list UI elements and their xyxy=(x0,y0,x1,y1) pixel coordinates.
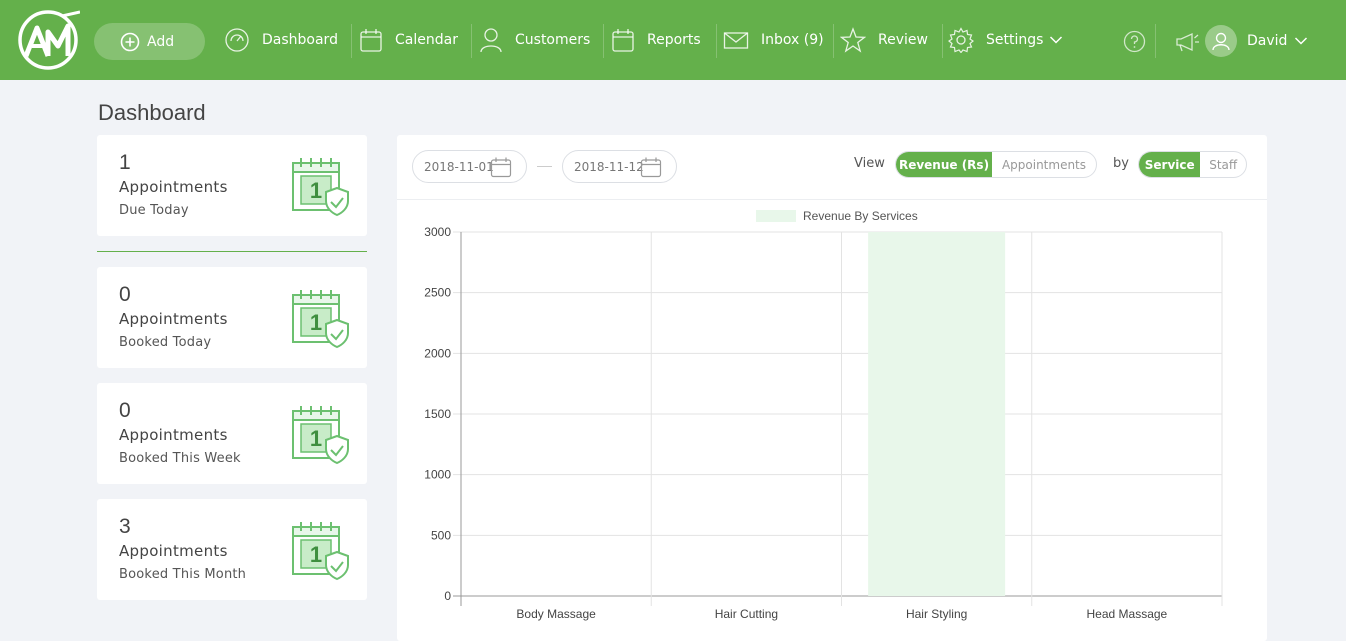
chevron-down-icon xyxy=(1295,37,1308,45)
user-icon xyxy=(480,28,502,53)
y-tick-label: 1500 xyxy=(424,407,451,421)
nav-customers[interactable]: Customers xyxy=(479,26,590,54)
calendar-check-icon: 1 xyxy=(292,522,349,581)
calendar-check-icon: 1 xyxy=(292,158,349,217)
y-tick-label: 2500 xyxy=(424,286,451,300)
help-icon[interactable] xyxy=(1123,30,1146,53)
nav-divider xyxy=(942,24,943,58)
date-to-value: 2018-11-12 xyxy=(574,159,644,174)
stat-label: Appointments xyxy=(119,542,228,560)
y-tick-label: 2000 xyxy=(424,346,451,360)
calendar-icon-day: 1 xyxy=(310,178,322,203)
revenue-by-services-chart: Revenue By Services 0 500 1000 1500 2000 2500 3… xyxy=(424,209,1223,621)
stat-value: 0 xyxy=(119,399,131,422)
by-label: by xyxy=(1113,156,1129,171)
by-staff-option[interactable]: Staff xyxy=(1200,152,1246,177)
nav-divider xyxy=(471,24,472,58)
legend-label: Revenue By Services xyxy=(803,209,918,223)
calendar-icon[interactable] xyxy=(490,156,512,178)
nav-divider xyxy=(833,24,834,58)
chevron-down-icon xyxy=(1050,36,1063,44)
user-name: David xyxy=(1247,33,1288,49)
stat-card-due-today: 1 Appointments Due Today 1 xyxy=(97,135,367,236)
reports-calendar-icon xyxy=(612,29,634,52)
revenue-chart-panel: 2018-11-01 2018-11-12 View Revenue (Rs) … xyxy=(397,135,1267,641)
stat-sublabel: Booked Today xyxy=(119,335,212,350)
by-toggle: Service Staff xyxy=(1138,151,1247,178)
y-tick-label: 1000 xyxy=(424,468,451,482)
stat-card-booked-this-month: 3 Appointments Booked This Month 1 xyxy=(97,499,367,600)
gear-icon xyxy=(948,27,974,53)
y-tick-label: 3000 xyxy=(424,225,451,239)
add-button[interactable]: Add xyxy=(94,23,205,60)
plus-circle-icon xyxy=(120,32,140,51)
stat-value: 1 xyxy=(119,151,131,174)
nav-divider xyxy=(603,24,604,58)
stat-label: Appointments xyxy=(119,310,228,328)
y-tick-label: 0 xyxy=(444,589,451,603)
stat-sublabel: Booked This Month xyxy=(119,567,247,582)
megaphone-icon[interactable] xyxy=(1174,30,1200,52)
date-from-value: 2018-11-01 xyxy=(424,159,494,174)
x-tick-label: Body Massage xyxy=(516,607,596,621)
star-icon xyxy=(840,27,866,53)
x-tick-label: Head Massage xyxy=(1087,607,1168,621)
nav-customers-label: Customers xyxy=(515,32,591,48)
date-to-input[interactable]: 2018-11-12 xyxy=(562,150,677,183)
nav-calendar[interactable]: Calendar xyxy=(359,26,458,54)
by-service-option[interactable]: Service xyxy=(1139,152,1201,177)
stat-value: 0 xyxy=(119,283,131,306)
legend-swatch xyxy=(756,210,796,222)
nav-inbox-label: Inbox (9) xyxy=(761,32,824,48)
nav-reports[interactable]: Reports xyxy=(611,26,701,54)
page-title: Dashboard xyxy=(98,100,206,125)
calendar-icon-day: 1 xyxy=(310,310,322,335)
view-toggle: Revenue (Rs) Appointments xyxy=(895,151,1097,178)
calendar-check-icon: 1 xyxy=(292,290,349,349)
nav-divider xyxy=(351,24,352,58)
user-menu[interactable]: David xyxy=(1205,25,1308,57)
stat-label: Appointments xyxy=(119,426,228,444)
y-tick-label: 500 xyxy=(431,528,451,542)
top-navigation-bar: Add Dashboard Calendar Customers Reports… xyxy=(0,0,1346,80)
stat-label: Appointments xyxy=(119,178,228,196)
bar-hair-styling xyxy=(868,232,1006,596)
envelope-icon xyxy=(723,32,749,49)
calendar-icon-day: 1 xyxy=(310,542,322,567)
date-from-input[interactable]: 2018-11-01 xyxy=(412,150,527,183)
nav-calendar-label: Calendar xyxy=(395,32,458,48)
x-tick-label: Hair Cutting xyxy=(715,607,778,621)
calendar-icon-day: 1 xyxy=(310,426,322,451)
date-range-separator xyxy=(537,166,552,167)
nav-inbox[interactable]: Inbox (9) xyxy=(723,26,824,54)
nav-review-label: Review xyxy=(878,32,928,48)
nav-reports-label: Reports xyxy=(647,32,701,48)
calendar-check-icon: 1 xyxy=(292,406,349,465)
nav-divider xyxy=(716,24,717,58)
dashboard-gauge-icon xyxy=(225,28,249,52)
nav-review[interactable]: Review xyxy=(840,26,928,54)
stat-sublabel: Due Today xyxy=(119,203,189,218)
nav-settings-label: Settings xyxy=(986,32,1044,48)
view-label: View xyxy=(854,156,885,171)
avatar xyxy=(1205,25,1237,57)
divider xyxy=(97,251,367,252)
nav-divider xyxy=(1155,24,1156,58)
stat-card-booked-this-week: 0 Appointments Booked This Week 1 xyxy=(97,383,367,484)
add-button-label: Add xyxy=(147,33,175,50)
user-avatar-icon xyxy=(1212,32,1230,51)
x-tick-label: Hair Styling xyxy=(906,607,967,621)
stat-card-booked-today: 0 Appointments Booked Today 1 xyxy=(97,267,367,368)
nav-dashboard-label: Dashboard xyxy=(262,32,338,48)
stat-value: 3 xyxy=(119,515,131,538)
stat-sublabel: Booked This Week xyxy=(119,451,241,466)
view-revenue-option[interactable]: Revenue (Rs) xyxy=(896,152,992,177)
app-logo[interactable] xyxy=(18,10,80,70)
nav-dashboard[interactable]: Dashboard xyxy=(224,26,338,54)
calendar-icon xyxy=(360,29,382,52)
calendar-icon[interactable] xyxy=(640,156,662,178)
view-appointments-option[interactable]: Appointments xyxy=(992,152,1096,177)
nav-settings[interactable]: Settings xyxy=(948,26,1063,54)
